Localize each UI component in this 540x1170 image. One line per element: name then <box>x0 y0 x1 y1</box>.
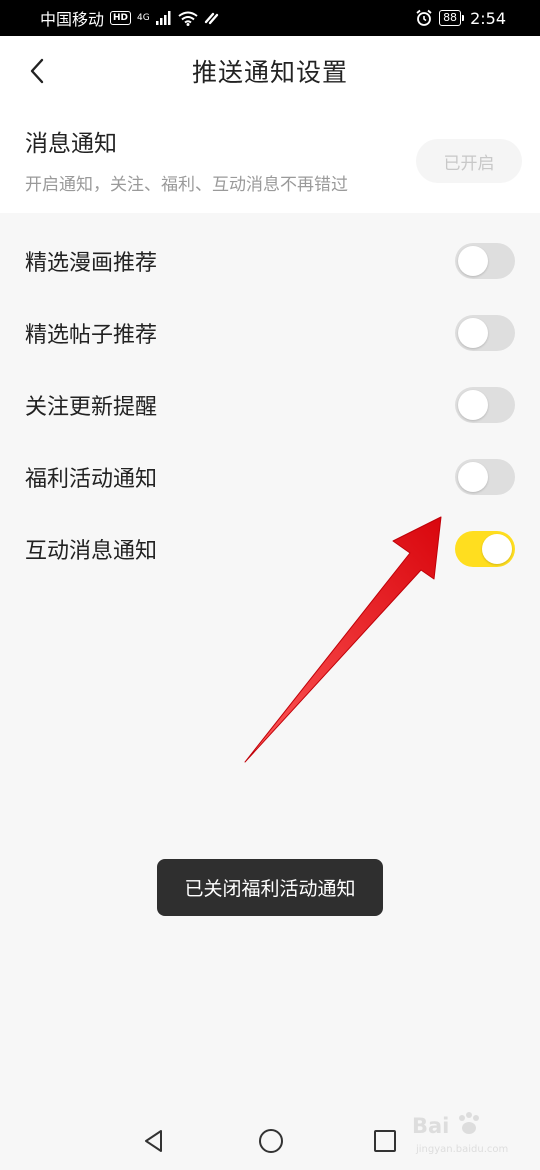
toggle-switch[interactable] <box>455 531 515 567</box>
network-type: 4G <box>137 12 150 23</box>
signal-icon <box>155 11 171 25</box>
setting-row-comic-recommend: 精选漫画推荐 <box>0 225 540 297</box>
wifi-icon <box>178 11 198 26</box>
back-button[interactable] <box>20 54 54 88</box>
status-left: 中国移动 HD 4G <box>40 6 220 30</box>
toggle-switch[interactable] <box>455 387 515 423</box>
page-header: 推送通知设置 <box>0 36 540 106</box>
watermark-brand: Bai <box>412 1114 450 1138</box>
carrier-name: 中国移动 <box>40 10 105 29</box>
page-title: 推送通知设置 <box>191 58 348 87</box>
nav-home-button[interactable] <box>256 1126 286 1156</box>
master-notification-section: 消息通知 开启通知，关注、福利、互动消息不再错过 已开启 <box>0 106 540 213</box>
toggle-knob <box>458 462 488 492</box>
setting-row-welfare-activity: 福利活动通知 <box>0 441 540 513</box>
battery-icon: 88 <box>439 10 465 26</box>
toggle-knob <box>482 534 512 564</box>
back-triangle-icon <box>145 1130 162 1152</box>
battery-level: 88 <box>439 10 462 26</box>
toggle-switch[interactable] <box>455 315 515 351</box>
toggle-knob <box>458 318 488 348</box>
nav-back-button[interactable] <box>139 1126 169 1156</box>
setting-label: 精选帖子推荐 <box>25 323 158 348</box>
setting-label: 精选漫画推荐 <box>25 251 158 276</box>
paw-icon <box>459 1112 479 1134</box>
setting-row-interaction-messages: 互动消息通知 <box>0 513 540 585</box>
link-status-icon <box>204 12 218 25</box>
setting-label: 关注更新提醒 <box>25 395 158 420</box>
watermark-url: jingyan.baidu.com <box>416 1144 509 1155</box>
clock-time: 2:54 <box>470 8 506 28</box>
hd-badge: HD <box>110 11 132 25</box>
master-notification-status-button[interactable]: 已开启 <box>416 139 522 183</box>
watermark-logo: Bai jingyan.baidu.com <box>408 1108 534 1162</box>
toast-message: 已关闭福利活动通知 <box>157 859 383 916</box>
setting-label: 福利活动通知 <box>25 467 158 492</box>
alarm-icon <box>416 9 432 26</box>
master-notification-description: 开启通知，关注、福利、互动消息不再错过 <box>25 175 348 195</box>
status-bar: 中国移动 HD 4G 88 2:54 <box>0 0 540 36</box>
nav-recent-button[interactable] <box>370 1126 400 1156</box>
toggle-switch[interactable] <box>455 459 515 495</box>
battery-tip <box>462 15 465 21</box>
status-right: 88 2:54 <box>415 9 506 28</box>
setting-row-post-recommend: 精选帖子推荐 <box>0 297 540 369</box>
master-notification-title: 消息通知 <box>25 131 117 157</box>
toggle-knob <box>458 246 488 276</box>
recent-square-icon <box>374 1130 396 1152</box>
toggle-knob <box>458 390 488 420</box>
setting-label: 互动消息通知 <box>25 539 158 564</box>
toggle-switch[interactable] <box>455 243 515 279</box>
chevron-left-icon <box>30 58 44 84</box>
setting-row-follow-updates: 关注更新提醒 <box>0 369 540 441</box>
home-circle-icon <box>259 1129 283 1153</box>
notification-settings-list: 精选漫画推荐 精选帖子推荐 关注更新提醒 福利活动通知 互动消息通知 <box>0 225 540 585</box>
